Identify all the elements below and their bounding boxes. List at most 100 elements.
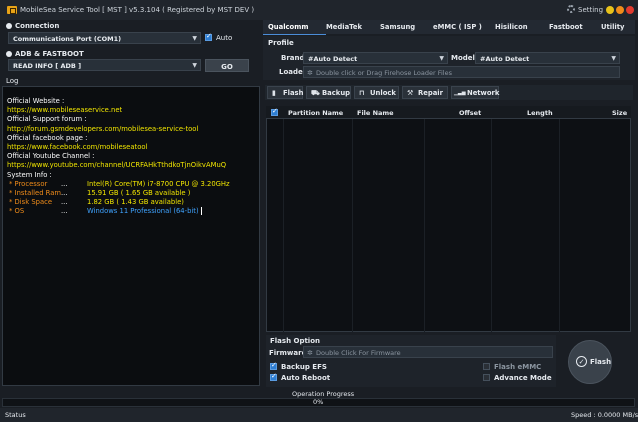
close-button[interactable] bbox=[626, 6, 634, 14]
partition-table[interactable] bbox=[266, 106, 631, 332]
network-icon: ▁▃▅ bbox=[454, 90, 466, 96]
active-tab-indicator bbox=[263, 34, 326, 35]
firmware-label: Firmware bbox=[269, 349, 307, 357]
chevron-down-icon: ▼ bbox=[439, 55, 444, 62]
network-button[interactable]: ▁▃▅ Network bbox=[451, 86, 499, 99]
auto-label: Auto bbox=[216, 34, 233, 42]
speed-text: Speed : 0.0000 MB/s bbox=[571, 411, 638, 419]
app-logo-icon bbox=[7, 6, 17, 14]
backup-icon: ⛟ bbox=[311, 89, 320, 97]
model-label: Model bbox=[451, 54, 475, 62]
column-header[interactable]: File Name bbox=[357, 109, 394, 117]
firmware-input[interactable]: ✲ Double Click For Firmware bbox=[303, 346, 553, 358]
connection-radio-icon bbox=[6, 23, 12, 29]
gear-icon: ✲ bbox=[307, 349, 313, 357]
backup-efs-label: Backup EFS bbox=[281, 363, 327, 371]
tab-qualcomm[interactable]: Qualcomm bbox=[268, 23, 308, 31]
column-divider bbox=[352, 119, 353, 332]
auto-reboot-label: Auto Reboot bbox=[281, 374, 331, 382]
advance-mode-checkbox[interactable] bbox=[483, 374, 490, 381]
operation-label: Flash bbox=[283, 89, 304, 97]
status-bar bbox=[0, 408, 638, 422]
setting-button[interactable]: Setting bbox=[565, 3, 603, 17]
repair-icon: ⚒ bbox=[407, 89, 414, 97]
log-line: https://www.facebook.com/mobileseatool bbox=[7, 143, 148, 151]
column-header[interactable]: Size bbox=[612, 109, 627, 117]
tab-utility[interactable]: Utility bbox=[601, 23, 624, 31]
progress-percent: 0% bbox=[313, 398, 324, 406]
repair-button[interactable]: ⚒ Repair bbox=[402, 86, 448, 99]
backup-button[interactable]: ⛟ Backup bbox=[306, 86, 351, 99]
system-info-key: * Processor bbox=[9, 179, 48, 188]
gear-icon: ✲ bbox=[307, 69, 313, 77]
unlock-icon: ⊓ bbox=[359, 89, 365, 97]
flash-emmc-checkbox[interactable] bbox=[483, 363, 490, 370]
select-all-checkbox[interactable] bbox=[271, 107, 278, 116]
tab-mediatek[interactable]: MediaTek bbox=[326, 23, 362, 31]
model-select-value: #Auto Detect bbox=[480, 55, 530, 63]
flash-icon: ▮ bbox=[272, 89, 276, 97]
profile-label: Profile bbox=[268, 39, 294, 47]
operation-label: Network bbox=[467, 89, 500, 97]
operation-label: Unlock bbox=[370, 89, 396, 97]
system-info-value: Intel(R) Core(TM) i7-8700 CPU @ 3.20GHz bbox=[87, 179, 230, 188]
tab-hisilicon[interactable]: Hisilicon bbox=[495, 23, 528, 31]
backup-efs-checkbox[interactable] bbox=[270, 361, 277, 370]
log-label: Log bbox=[6, 77, 19, 85]
operations-bar: ▮ Flash ⛟ Backup ⊓ Unlock ⚒ Repair ▁▃▅ Network bbox=[265, 85, 633, 100]
check-circle-icon: ✓ bbox=[576, 356, 587, 367]
text-cursor bbox=[201, 207, 202, 216]
flash-option-label: Flash Option bbox=[270, 337, 320, 345]
tab-fastboot[interactable]: Fastboot bbox=[549, 23, 583, 31]
brand-select-value: #Auto Detect bbox=[308, 55, 358, 63]
brand-label: Brand bbox=[281, 54, 305, 62]
brand-select[interactable]: #Auto Detect ▼ bbox=[303, 52, 448, 64]
port-select[interactable]: Communications Port (COM1) ▼ bbox=[8, 32, 201, 44]
go-button[interactable]: GO bbox=[205, 59, 249, 72]
auto-reboot-checkbox[interactable] bbox=[270, 372, 277, 381]
system-info-value: Windows 11 Professional (64-bit) bbox=[87, 207, 199, 216]
column-header[interactable]: Length bbox=[527, 109, 553, 117]
window-title: MobileSea Service Tool [ MST ] v5.3.104 … bbox=[20, 6, 255, 14]
status-label: Status bbox=[5, 411, 26, 419]
column-header[interactable]: Partition Name bbox=[288, 109, 343, 117]
system-info-dots: ... bbox=[61, 179, 68, 188]
auto-checkbox[interactable] bbox=[205, 32, 212, 41]
minimize-button[interactable] bbox=[606, 6, 614, 14]
advance-mode-label: Advance Mode bbox=[494, 374, 552, 382]
chevron-down-icon: ▼ bbox=[192, 35, 197, 42]
log-line: Official Youtube Channel : bbox=[7, 152, 95, 161]
system-info-key: * Installed Ram bbox=[9, 189, 62, 197]
log-line: Official Website : bbox=[7, 97, 65, 105]
log-line: http://forum.gsmdevelopers.com/mobilesea… bbox=[7, 124, 199, 133]
log-line: https://www.mobileseaservice.net bbox=[7, 106, 123, 115]
column-header[interactable]: Offset bbox=[459, 109, 481, 117]
column-divider bbox=[424, 119, 425, 332]
adb-command-value: READ INFO [ ADB ] bbox=[13, 62, 82, 70]
loader-input[interactable]: ✲ Double click or Drag Firehose Loader F… bbox=[303, 66, 620, 78]
system-info-value: 15.91 GB ( 1.65 GB available ) bbox=[87, 189, 191, 197]
column-divider bbox=[491, 119, 492, 332]
chevron-down-icon: ▼ bbox=[611, 55, 616, 62]
chevron-down-icon: ▼ bbox=[192, 62, 197, 69]
system-info-dots: ... bbox=[61, 198, 68, 207]
system-info-dots: ... bbox=[61, 189, 68, 197]
unlock-button[interactable]: ⊓ Unlock bbox=[354, 86, 399, 99]
flash-start-button[interactable]: ✓ Flash bbox=[568, 340, 612, 384]
flash-start-label: Flash bbox=[590, 358, 612, 366]
operation-label: Backup bbox=[322, 89, 351, 97]
tab-emmc-isp[interactable]: eMMC ( ISP ) bbox=[433, 23, 482, 31]
flash-button[interactable]: ▮ Flash bbox=[267, 86, 303, 99]
model-select[interactable]: #Auto Detect ▼ bbox=[475, 52, 620, 64]
system-info-dots: ... bbox=[61, 207, 68, 216]
log-line: https://www.youtube.com/channel/UCRFAHkT… bbox=[7, 161, 227, 170]
maximize-button[interactable] bbox=[616, 6, 624, 14]
partition-table-header: Partition Name File Name Offset Length Size bbox=[266, 106, 631, 119]
log-panel[interactable]: Official Website : https://www.mobileseas… bbox=[2, 86, 260, 386]
adb-radio-icon bbox=[6, 51, 12, 57]
log-line: Official facebook page : bbox=[7, 133, 88, 142]
tab-samsung[interactable]: Samsung bbox=[380, 23, 415, 31]
adb-command-select[interactable]: READ INFO [ ADB ] ▼ bbox=[8, 59, 201, 71]
system-info-value: 1.82 GB ( 1.43 GB available) bbox=[87, 198, 184, 207]
gear-icon bbox=[567, 5, 575, 13]
